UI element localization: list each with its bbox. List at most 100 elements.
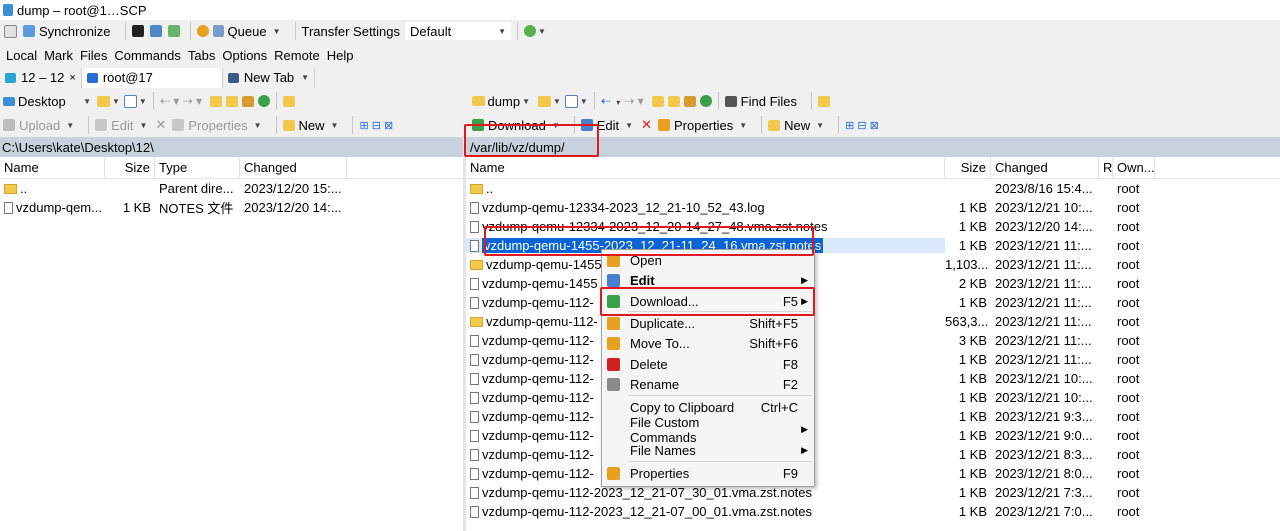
select-all-icon[interactable]: ⊞ ⊟ ⊠	[845, 119, 879, 132]
table-row[interactable]: vzdump-qemu-112- 1 KB 2023/12/21 11:... roo…	[466, 293, 1280, 312]
table-row[interactable]: .. Parent dire... 2023/12/20 15:...	[0, 179, 463, 198]
bookmark-icon[interactable]	[283, 95, 296, 107]
table-row[interactable]: vzdump-qemu-112- 1 KB 2023/12/21 11:... roo…	[466, 350, 1280, 369]
chevron-down-icon[interactable]: ▼	[112, 97, 120, 106]
column-owner[interactable]: Own...	[1113, 157, 1155, 178]
menu-local[interactable]: Local	[6, 48, 37, 63]
new-button[interactable]: New ▼	[768, 118, 824, 133]
file-size: 1 KB	[122, 200, 151, 215]
table-row[interactable]: .. 2023/8/16 15:4... root	[466, 179, 1280, 198]
back-icon[interactable]: ⇠ ▾	[601, 94, 620, 108]
home-icon[interactable]	[683, 95, 696, 107]
find-files-button[interactable]: Find Files	[724, 94, 797, 109]
back-icon[interactable]: ⇠ ▾ ⇢ ▾	[160, 94, 202, 108]
table-row[interactable]: vzdump-qemu-112-2023_12_21-07_00_01.vma.…	[466, 502, 1280, 521]
chevron-down-icon[interactable]: ▼	[553, 97, 561, 106]
column-rights[interactable]: R	[1099, 157, 1113, 178]
table-row[interactable]: vzdump-qemu-112- 3 KB 2023/12/21 11:... roo…	[466, 331, 1280, 350]
table-row[interactable]: vzdump-qemu-112- 1 KB 2023/12/21 9:3... roo…	[466, 407, 1280, 426]
right-location-select[interactable]: dump ▼	[472, 94, 530, 109]
blank-icon	[607, 444, 620, 457]
tab-local-session[interactable]: 12 – 12 ×	[0, 67, 82, 88]
parent-dir-icon[interactable]	[210, 95, 223, 107]
column-size[interactable]: Size	[945, 157, 991, 178]
filter-icon[interactable]	[564, 94, 578, 108]
left-location-select[interactable]: Desktop ▼	[3, 94, 91, 109]
table-row[interactable]: vzdump-qemu-12334-2023_12_21-10_52_43.lo…	[466, 198, 1280, 217]
table-row[interactable]: vzdump-qemu-112- 1 KB 2023/12/21 9:0... roo…	[466, 426, 1280, 445]
table-row[interactable]: vzdump-qemu-112- 1 KB 2023/12/21 8:0... roo…	[466, 464, 1280, 483]
menu-item-rename[interactable]: Rename F2	[602, 374, 814, 395]
gear-icon[interactable]	[196, 25, 209, 37]
table-row[interactable]: vzdump-qemu-112- 1 KB 2023/12/21 10:... roo…	[466, 369, 1280, 388]
refresh-icon[interactable]	[699, 95, 712, 107]
open-folder-icon[interactable]	[97, 95, 110, 107]
new-button[interactable]: New ▼	[282, 118, 339, 133]
open-folder-icon[interactable]	[538, 95, 551, 107]
chevron-down-icon: ▼	[330, 120, 339, 130]
menu-options[interactable]: Options	[222, 48, 267, 63]
parent-dir-icon[interactable]	[651, 95, 664, 107]
menu-remote[interactable]: Remote	[274, 48, 320, 63]
file-icon	[470, 449, 479, 461]
table-row[interactable]: vzdump-qemu-1455 2 KB 2023/12/21 11:... roo…	[466, 274, 1280, 293]
grid-icon[interactable]	[4, 24, 17, 38]
tab-remote-session[interactable]: root@17	[81, 67, 223, 88]
synchronize-button[interactable]: Synchronize	[23, 24, 111, 39]
upload-button[interactable]: Upload ▼	[3, 118, 74, 133]
column-name[interactable]: Name	[0, 157, 105, 178]
edit-button[interactable]: Edit ▼	[95, 118, 147, 133]
bookmark-icon[interactable]	[818, 95, 831, 107]
delete-icon[interactable]: ✕	[155, 117, 166, 133]
chevron-down-icon: ▼	[739, 120, 748, 130]
menu-item-duplicate[interactable]: Duplicate... Shift+F5	[602, 313, 814, 334]
menu-mark[interactable]: Mark	[44, 48, 73, 63]
menu-tabs[interactable]: Tabs	[188, 48, 215, 63]
main-toolbar: Synchronize Queue ▼ Transfer Settings Def…	[0, 20, 1280, 42]
terminal-icon[interactable]	[131, 25, 144, 37]
path-highlight-box	[464, 124, 599, 157]
properties-button[interactable]: Properties ▼	[172, 118, 262, 133]
menu-item-properties[interactable]: Properties F9	[602, 463, 814, 484]
root-dir-icon[interactable]	[226, 95, 239, 107]
close-icon[interactable]: ×	[69, 72, 75, 84]
filter-icon[interactable]	[123, 94, 137, 108]
column-changed[interactable]: Changed	[991, 157, 1099, 178]
menu-item-delete[interactable]: Delete F8	[602, 354, 814, 375]
menu-item-file-custom-commands[interactable]: File Custom Commands ▶	[602, 415, 814, 445]
chevron-down-icon[interactable]: ▼	[139, 97, 147, 106]
table-row[interactable]: vzdump-qemu-112- 1 KB 2023/12/21 10:... roo…	[466, 388, 1280, 407]
select-all-icon[interactable]: ⊞ ⊟ ⊠	[359, 119, 393, 132]
tab-new[interactable]: New Tab ▼	[223, 67, 316, 88]
left-path-bar[interactable]: C:\Users\kate\Desktop\12\	[0, 137, 463, 157]
table-row[interactable]: vzdump-qemu-112- 563,3... 2023/12/21 11:..…	[466, 312, 1280, 331]
home-icon[interactable]	[242, 95, 255, 107]
menu-files[interactable]: Files	[80, 48, 107, 63]
menu-commands[interactable]: Commands	[114, 48, 180, 63]
column-type[interactable]: Type	[155, 157, 240, 178]
chevron-down-icon[interactable]: ▼	[538, 27, 546, 36]
menu-item-move-to[interactable]: Move To... Shift+F6	[602, 333, 814, 354]
toolbar-divider	[294, 22, 296, 40]
compare-icon[interactable]	[167, 25, 180, 37]
column-changed[interactable]: Changed	[240, 157, 347, 178]
transfer-settings-select[interactable]: Default ▼	[405, 22, 512, 40]
column-size[interactable]: Size	[105, 157, 155, 178]
menu-help[interactable]: Help	[327, 48, 354, 63]
delete-icon[interactable]: ✕	[641, 117, 652, 133]
globe-icon[interactable]	[524, 25, 537, 37]
column-name[interactable]: Name	[466, 157, 945, 178]
refresh-icon[interactable]	[258, 95, 271, 107]
table-row[interactable]: vzdump-qemu-1455 1,103... 2023/12/21 11:..…	[466, 255, 1280, 274]
forward-icon[interactable]: ⇢ ▾	[624, 94, 643, 108]
table-row[interactable]: vzdump-qemu-112-2023_12_21-07_30_01.vma.…	[466, 483, 1280, 502]
chevron-down-icon[interactable]: ▼	[580, 97, 588, 106]
properties-button[interactable]: Properties ▼	[657, 118, 748, 133]
file-changed: 2023/12/21 9:3...	[995, 409, 1093, 424]
root-dir-icon[interactable]	[667, 95, 680, 107]
table-row[interactable]: vzdump-qem... 1 KB NOTES 文件 2023/12/20 14:.…	[0, 198, 463, 217]
queue-button[interactable]: Queue ▼	[212, 24, 281, 39]
table-row[interactable]: vzdump-qemu-112- 1 KB 2023/12/21 8:3... roo…	[466, 445, 1280, 464]
putty-icon[interactable]	[149, 25, 162, 37]
menu-item-file-names[interactable]: File Names ▶	[602, 440, 814, 461]
